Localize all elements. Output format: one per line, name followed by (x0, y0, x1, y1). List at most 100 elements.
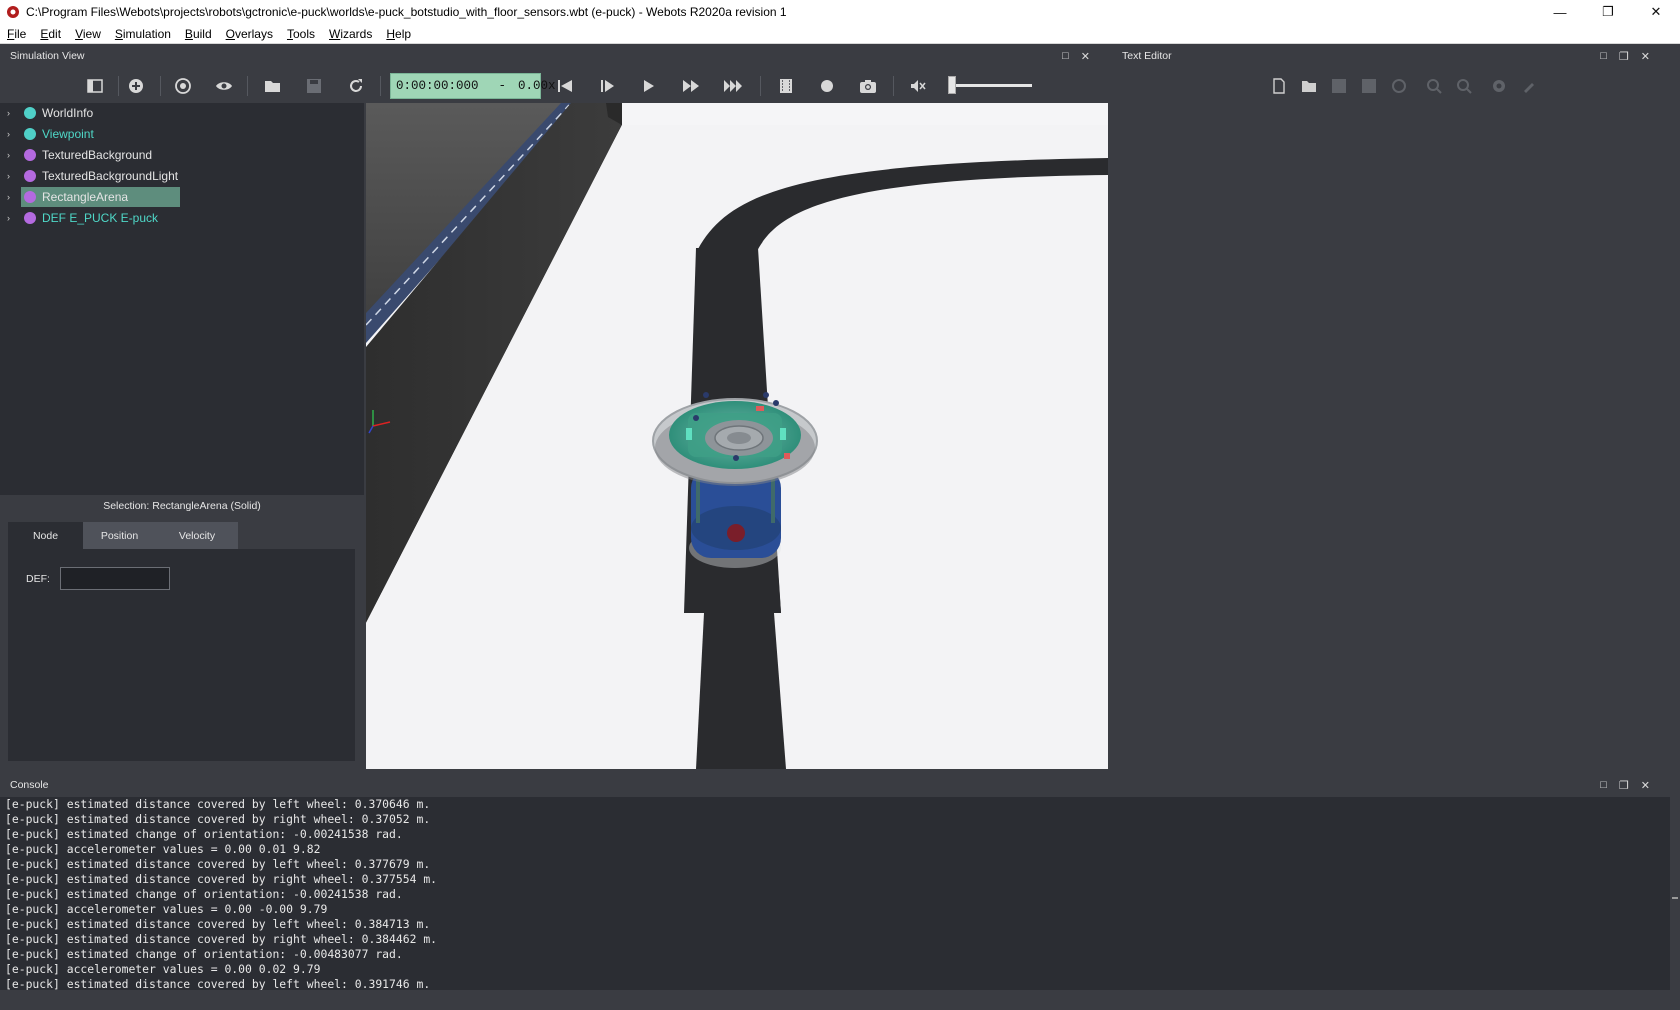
eye-icon (216, 82, 232, 90)
follow-object-button[interactable] (171, 74, 195, 98)
save-file-button[interactable] (1329, 76, 1349, 96)
menu-simulation[interactable]: Simulation (108, 27, 178, 41)
scene-tree-item-viewpoint[interactable]: › Viewpoint (0, 124, 180, 144)
expand-arrow-icon[interactable]: › (7, 150, 17, 160)
scene-tree-item-texturedbackgroundlight[interactable]: › TexturedBackgroundLight (0, 166, 190, 186)
volume-slider[interactable] (950, 84, 1032, 87)
expand-arrow-icon[interactable]: › (7, 192, 17, 202)
menu-overlays[interactable]: Overlays (219, 27, 280, 41)
open-file-button[interactable] (1299, 76, 1319, 96)
open-world-button[interactable] (261, 74, 285, 98)
fastest-button[interactable] (721, 74, 745, 98)
tab-position[interactable]: Position (83, 522, 156, 549)
proto-node-icon (24, 191, 36, 203)
folder-open-icon (265, 81, 280, 92)
view-button[interactable] (212, 74, 236, 98)
mute-button[interactable] (906, 74, 930, 98)
console-line: [e-puck] estimated change of orientation… (5, 827, 403, 841)
clean-button[interactable] (1519, 76, 1539, 96)
console-line: [e-puck] estimated distance covered by l… (5, 917, 431, 931)
expand-arrow-icon[interactable]: › (7, 171, 17, 181)
scene-tree: › WorldInfo › Viewpoint › TexturedBackgr… (0, 103, 364, 495)
window-titlebar: C:\Program Files\Webots\projects\robots\… (0, 0, 1680, 24)
float-panel-icon[interactable]: ❐ (1619, 779, 1629, 792)
node-icon (24, 128, 36, 140)
record-icon (821, 80, 833, 92)
minimize-button[interactable]: — (1536, 0, 1584, 24)
fastest-icon (724, 80, 742, 92)
menu-build[interactable]: Build (178, 27, 219, 41)
brush-icon (1524, 83, 1534, 93)
close-button[interactable]: ✕ (1632, 0, 1680, 24)
expand-arrow-icon[interactable]: › (7, 108, 17, 118)
text-editor-panel: Text Editor □ ❐ ✕ (1112, 44, 1680, 771)
scene-tree-item-worldinfo[interactable]: › WorldInfo (0, 103, 180, 123)
fast-forward-button[interactable] (679, 74, 703, 98)
node-label: Viewpoint (42, 127, 94, 141)
scene-tree-item-rectanglearena[interactable]: › RectangleArena (0, 187, 180, 207)
proto-node-icon (24, 170, 36, 182)
menu-edit[interactable]: Edit (33, 27, 68, 41)
expand-arrow-icon[interactable]: › (7, 213, 17, 223)
gear-icon (1493, 80, 1505, 92)
node-label: DEF E_PUCK E-puck (42, 211, 159, 225)
play-button[interactable] (637, 74, 661, 98)
toggle-scene-tree-button[interactable] (83, 74, 107, 98)
expand-arrow-icon[interactable]: › (7, 129, 17, 139)
console-scrollbar[interactable] (1670, 797, 1680, 990)
close-panel-icon[interactable]: ✕ (1081, 50, 1090, 63)
new-file-button[interactable] (1269, 76, 1289, 96)
def-label: DEF: (26, 573, 50, 585)
save-as-button[interactable] (1359, 76, 1379, 96)
close-panel-icon[interactable]: ✕ (1641, 779, 1650, 792)
menu-help[interactable]: Help (379, 27, 418, 41)
follow-icon (175, 78, 191, 94)
revert-button[interactable] (1389, 76, 1409, 96)
save-icon (307, 79, 321, 93)
menu-wizards[interactable]: Wizards (322, 27, 379, 41)
find-button[interactable] (1424, 76, 1444, 96)
simulation-view-header: Simulation View □ ✕ (0, 46, 1108, 66)
screenshot-button[interactable] (856, 74, 880, 98)
def-input[interactable] (60, 567, 170, 590)
search-replace-icon (1457, 79, 1472, 94)
console-line: [e-puck] accelerometer values = 0.00 0.0… (5, 962, 321, 976)
proto-node-icon (24, 212, 36, 224)
build-button[interactable] (1489, 76, 1509, 96)
close-panel-icon[interactable]: ✕ (1641, 50, 1650, 63)
reset-simulation-button[interactable] (553, 74, 577, 98)
replace-button[interactable] (1454, 76, 1474, 96)
save-world-button[interactable] (302, 74, 326, 98)
tab-node[interactable]: Node (8, 522, 83, 549)
record-movie-button[interactable] (774, 74, 798, 98)
field-editor-panel: DEF: (8, 549, 355, 761)
menu-tools[interactable]: Tools (280, 27, 322, 41)
console-output[interactable]: [e-puck] estimated distance covered by l… (0, 797, 1670, 990)
maximize-panel-icon[interactable]: □ (1600, 779, 1607, 791)
scrollbar-thumb[interactable] (1672, 897, 1678, 899)
menu-file[interactable]: File (0, 27, 33, 41)
scene-tree-item-texturedbackground[interactable]: › TexturedBackground (0, 145, 180, 165)
console-line: [e-puck] estimated change of orientation… (5, 947, 403, 961)
restore-button[interactable]: ❐ (1584, 0, 1632, 24)
reload-world-button[interactable] (344, 74, 368, 98)
step-button[interactable] (595, 74, 619, 98)
window-title: C:\Program Files\Webots\projects\robots\… (26, 5, 787, 19)
reset-icon (558, 80, 572, 92)
scene-tree-item-epuck[interactable]: › DEF E_PUCK E-puck (0, 208, 180, 228)
menu-view[interactable]: View (68, 27, 108, 41)
simulation-toolbar: 0:00:00:000 - 0.00x (0, 66, 1115, 106)
console-line: [e-puck] estimated distance covered by r… (5, 812, 431, 826)
selected-node-highlight: RectangleArena (21, 187, 180, 207)
add-node-button[interactable] (124, 74, 148, 98)
maximize-panel-icon[interactable]: □ (1062, 50, 1069, 62)
record-animation-button[interactable] (815, 74, 839, 98)
maximize-panel-icon[interactable]: □ (1600, 50, 1607, 62)
time-separator: - (498, 79, 507, 93)
float-panel-icon[interactable]: ❐ (1619, 50, 1629, 63)
volume-slider-handle[interactable] (948, 76, 956, 94)
tab-velocity[interactable]: Velocity (156, 522, 238, 549)
reload-icon (350, 79, 362, 92)
film-icon (780, 79, 792, 93)
3d-view[interactable] (366, 103, 1108, 769)
